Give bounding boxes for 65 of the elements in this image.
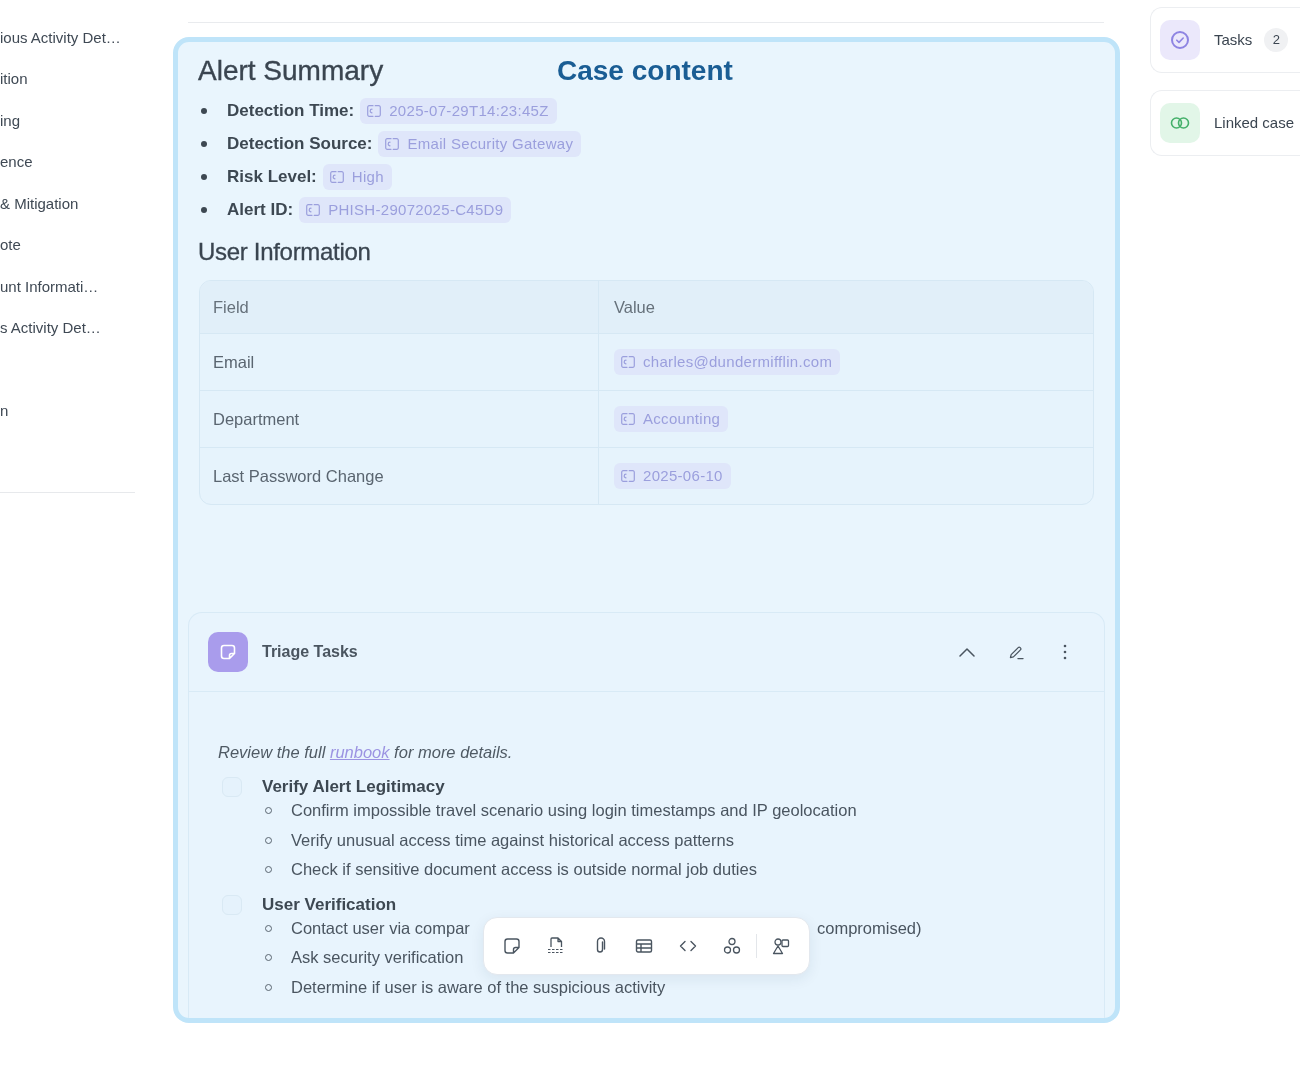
note-icon xyxy=(208,632,248,672)
card-label: Linked case xyxy=(1214,112,1295,133)
card-title: Triage Tasks xyxy=(262,642,358,662)
bracket-icon xyxy=(621,413,635,425)
task-title: User Verification xyxy=(262,893,397,916)
section-heading: User Information xyxy=(198,237,372,267)
bullet-icon xyxy=(201,207,207,213)
sidebar-link[interactable]: & Mitigation xyxy=(0,193,79,214)
panel-label: Case content xyxy=(557,54,734,88)
table-icon xyxy=(635,937,653,955)
field-label: Detection Time: xyxy=(227,100,355,123)
bracket-icon xyxy=(385,138,400,150)
step-text: compromised) xyxy=(817,917,922,939)
section-heading: Alert Summary xyxy=(198,54,385,88)
card-label: Tasks xyxy=(1214,29,1253,50)
sidebar-link[interactable]: s Activity Det… xyxy=(0,318,101,339)
more-icon xyxy=(1063,644,1067,660)
shapes-icon xyxy=(772,937,790,955)
value-text: PHISH-29072025-C45D9 xyxy=(328,200,504,220)
sidebar-link[interactable]: ition xyxy=(0,69,28,90)
chevron-up-icon xyxy=(959,647,975,657)
sidebar-link[interactable]: unt Informati… xyxy=(0,276,99,297)
bullet-icon xyxy=(201,174,207,180)
field-label: Detection Source: xyxy=(227,133,373,156)
note-icon xyxy=(503,937,521,955)
rings-icon xyxy=(1160,103,1200,143)
field-label: Risk Level: xyxy=(227,166,317,189)
field-name: Email xyxy=(213,351,255,373)
value-text: Accounting xyxy=(643,409,721,429)
bullet-icon xyxy=(201,108,207,114)
step-text: Contact user via compar xyxy=(291,917,471,939)
field-name: Department xyxy=(213,408,300,430)
step-text: Check if sensitive document access is outside normal job duties xyxy=(291,859,757,881)
column-header: Field xyxy=(213,296,249,318)
bracket-icon xyxy=(621,470,635,482)
field-name: Last Password Change xyxy=(213,465,384,487)
field-label: Alert ID: xyxy=(227,199,294,222)
value-text: 2025-06-10 xyxy=(643,466,723,486)
sidebar-link[interactable]: ence xyxy=(0,152,33,173)
value-text: Email Security Gateway xyxy=(407,134,574,154)
value-text: charles@dundermifflin.com xyxy=(643,352,833,372)
count-badge: 2 xyxy=(1264,28,1289,52)
step-text: Verify unusual access time against historical access patterns xyxy=(291,829,734,851)
task-title: Verify Alert Legitimacy xyxy=(262,776,445,799)
bracket-icon xyxy=(621,356,635,368)
value-text: High xyxy=(351,167,384,187)
bracket-icon xyxy=(306,204,321,216)
side-card[interactable]: Tasks 2 xyxy=(1150,7,1300,73)
file-icon xyxy=(547,937,565,955)
step-text: Confirm impossible travel scenario using login timestamps and IP geolocation xyxy=(291,800,857,822)
bracket-icon xyxy=(329,171,344,183)
sidebar-link[interactable]: ing xyxy=(0,110,21,131)
bullet-icon xyxy=(201,141,207,147)
sidebar-link[interactable]: ious Activity Det… xyxy=(0,27,121,48)
bracket-icon xyxy=(367,105,382,117)
side-card[interactable]: Linked case xyxy=(1150,90,1300,156)
sidebar-link[interactable]: ote xyxy=(0,235,21,256)
instruction-text: Review the full runbook for more details. xyxy=(218,742,514,763)
step-text: Ask security verification xyxy=(291,947,464,969)
value-text: 2025-07-29T14:23:45Z xyxy=(389,101,549,121)
step-text: Determine if user is aware of the suspicious activity xyxy=(291,976,666,998)
circles-icon xyxy=(723,937,741,955)
column-header: Value xyxy=(614,296,655,318)
pencil-icon xyxy=(1008,644,1024,660)
sidebar-link[interactable]: n xyxy=(0,401,9,422)
